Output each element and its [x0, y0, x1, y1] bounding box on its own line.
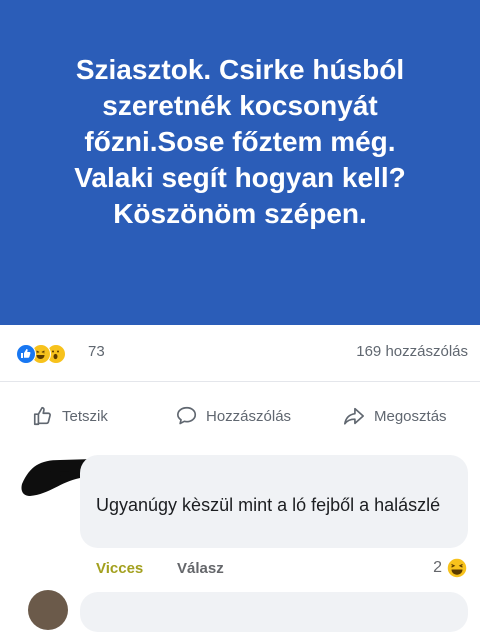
reaction-count[interactable]: 73	[88, 343, 105, 360]
comment-count[interactable]: 169 hozzászólás	[356, 343, 468, 360]
comment-reaction-count: 2	[433, 559, 442, 576]
comment-actions: Vicces Válasz 2	[0, 556, 480, 584]
comment-button-label: Hozzászólás	[206, 407, 292, 425]
share-button[interactable]: Megosztás	[342, 404, 447, 428]
share-button-label: Megosztás	[374, 407, 447, 425]
speech-bubble-icon	[177, 406, 197, 425]
like-button-label: Tetszik	[62, 407, 108, 425]
comment-text: Ugyanúgy kèszül mint a ló fejből a halás…	[96, 495, 441, 515]
comment-time[interactable]: Vicces	[96, 560, 143, 577]
avatar[interactable]	[28, 590, 68, 630]
reaction-icons[interactable]	[16, 344, 86, 364]
comment-reactions[interactable]: 2	[433, 556, 468, 580]
post-banner: Sziasztok. Csirke húsból szeretnék kocso…	[0, 0, 480, 325]
action-bar: Tetszik Hozzászólás Megosztás	[0, 381, 480, 449]
share-arrow-icon	[344, 407, 364, 425]
thumbs-up-icon	[33, 406, 51, 426]
like-button[interactable]: Tetszik	[32, 404, 108, 428]
post-text: Sziasztok. Csirke húsból szeretnék kocso…	[74, 54, 406, 229]
comment-button[interactable]: Hozzászólás	[176, 404, 291, 428]
reactions-row: 73 169 hozzászólás	[0, 325, 480, 381]
haha-icon	[446, 557, 468, 579]
reply-button[interactable]: Válasz	[177, 560, 224, 577]
like-icon	[16, 344, 36, 364]
next-comment-bubble	[80, 592, 468, 632]
